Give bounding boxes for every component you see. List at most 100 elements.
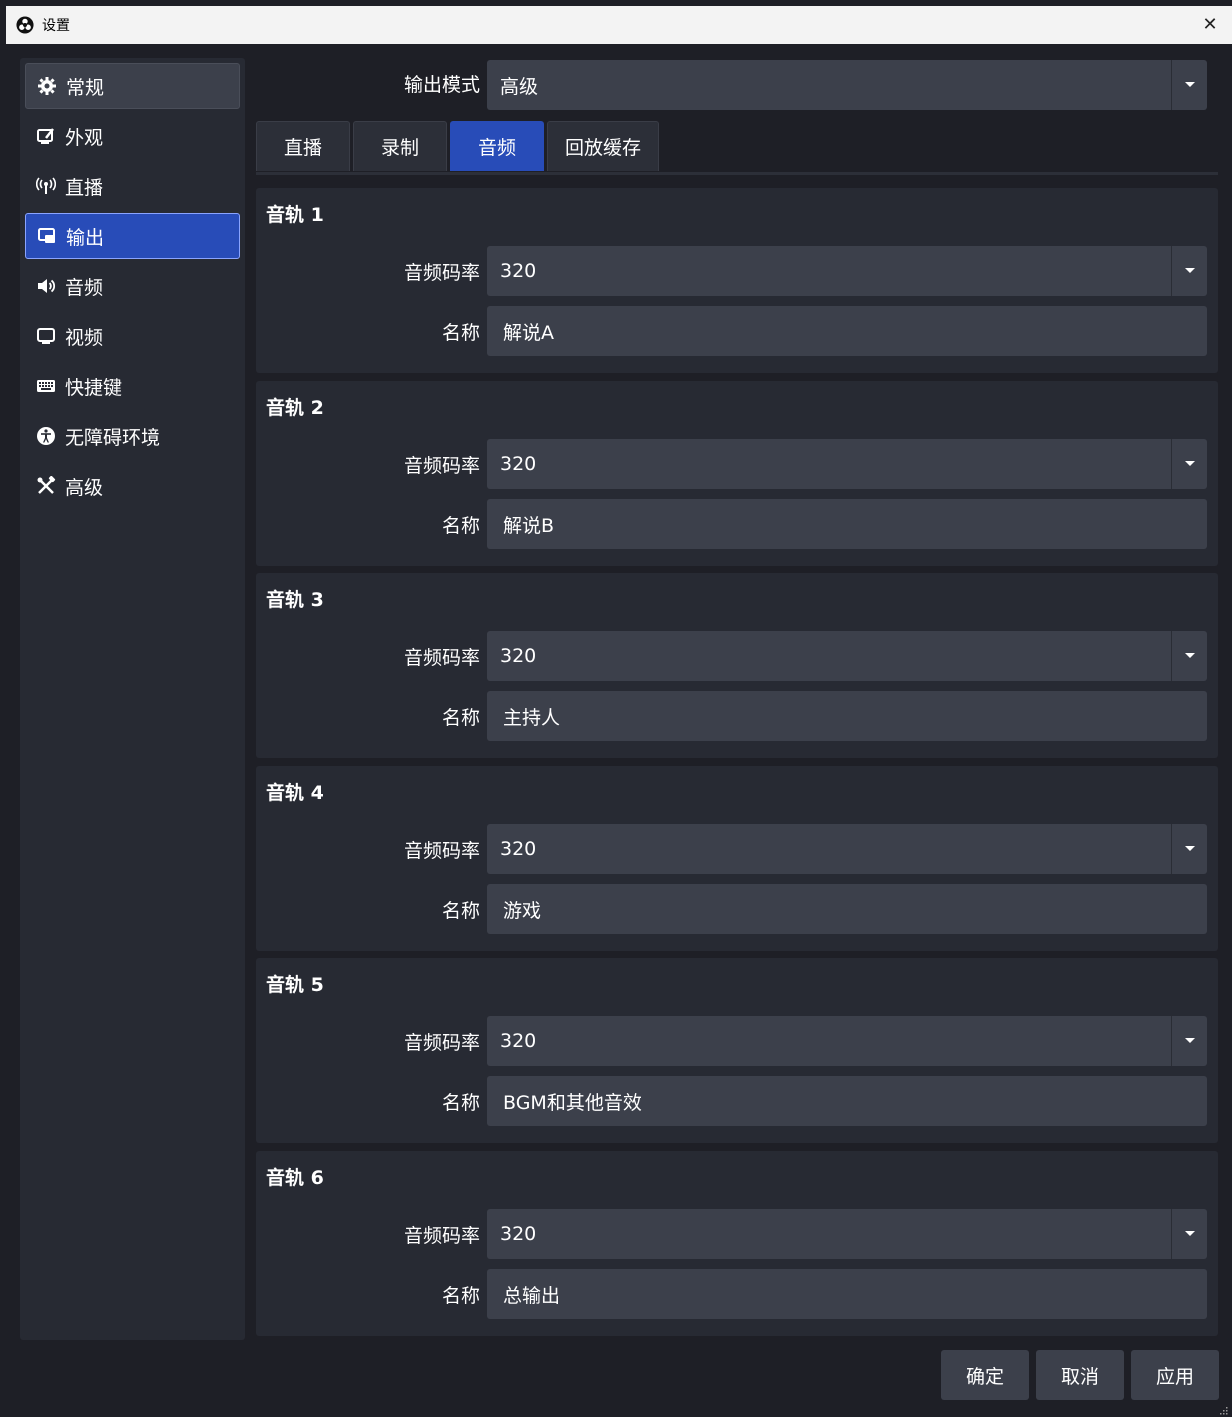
bitrate-label: 音频码率	[403, 1032, 480, 1054]
track-group-1: 音轨 1 音频码率 320 名称 解说A	[256, 188, 1218, 373]
name-label: 名称	[441, 515, 480, 537]
name-label: 名称	[441, 1092, 480, 1114]
track-title: 音轨 2	[266, 397, 324, 419]
bitrate-value: 320	[500, 1223, 537, 1245]
sidebar-item-output[interactable]: 输出	[25, 213, 240, 259]
broadcast-icon	[35, 175, 57, 197]
bitrate-value: 320	[500, 1030, 537, 1052]
name-row: 名称 解说B	[256, 499, 1218, 549]
tab-replay-buffer[interactable]: 回放缓存	[547, 121, 659, 171]
bitrate-select[interactable]: 320	[487, 631, 1207, 681]
apply-button[interactable]: 应用	[1131, 1350, 1219, 1400]
sidebar-item-appearance[interactable]: 外观	[25, 113, 240, 159]
name-row: 名称 主持人	[256, 691, 1218, 741]
bitrate-row: 音频码率 320	[256, 1209, 1218, 1259]
bitrate-select[interactable]: 320	[487, 246, 1207, 296]
sidebar-item-label: 视频	[65, 326, 104, 349]
chevron-down-icon	[1171, 60, 1207, 110]
track-name-input[interactable]: 总输出	[487, 1269, 1207, 1319]
monitor-icon	[35, 325, 57, 347]
sidebar-item-label: 直播	[65, 176, 104, 199]
track-group-6: 音轨 6 音频码率 320 名称 总输出	[256, 1151, 1218, 1336]
track-title: 音轨 5	[266, 974, 324, 996]
track-title: 音轨 3	[266, 589, 324, 611]
sidebar-item-label: 快捷键	[65, 376, 123, 399]
name-row: 名称 解说A	[256, 306, 1218, 356]
track-title: 音轨 4	[266, 782, 324, 804]
sidebar-item-stream[interactable]: 直播	[25, 163, 240, 209]
bitrate-select[interactable]: 320	[487, 439, 1207, 489]
gear-icon	[36, 75, 58, 97]
chevron-down-icon	[1171, 1016, 1207, 1066]
track-group-4: 音轨 4 音频码率 320 名称 游戏	[256, 766, 1218, 951]
track-name-input[interactable]: 解说B	[487, 499, 1207, 549]
name-label: 名称	[441, 900, 480, 922]
sidebar-item-hotkeys[interactable]: 快捷键	[25, 363, 240, 409]
accessibility-icon	[35, 425, 57, 447]
name-row: 名称 总输出	[256, 1269, 1218, 1319]
sidebar-item-label: 无障碍环境	[65, 426, 161, 449]
sidebar-item-general[interactable]: 常规	[25, 63, 240, 109]
bitrate-label: 音频码率	[403, 262, 480, 284]
bitrate-select[interactable]: 320	[487, 1209, 1207, 1259]
output-icon	[36, 225, 58, 247]
bitrate-value: 320	[500, 453, 537, 475]
bitrate-row: 音频码率 320	[256, 246, 1218, 296]
tab-recording[interactable]: 录制	[353, 121, 447, 171]
obs-logo-icon	[16, 16, 34, 34]
cancel-button[interactable]: 取消	[1036, 1350, 1124, 1400]
tab-audio[interactable]: 音频	[450, 121, 544, 171]
chevron-down-icon	[1171, 1209, 1207, 1259]
bitrate-value: 320	[500, 645, 537, 667]
sidebar-item-label: 高级	[65, 476, 104, 499]
speaker-icon	[35, 275, 57, 297]
appearance-icon	[35, 125, 57, 147]
track-group-5: 音轨 5 音频码率 320 名称 BGM和其他音效	[256, 958, 1218, 1143]
window-title: 设置	[42, 18, 70, 34]
track-name-input[interactable]: 解说A	[487, 306, 1207, 356]
track-title: 音轨 1	[266, 204, 324, 226]
sidebar-item-video[interactable]: 视频	[25, 313, 240, 359]
name-label: 名称	[441, 1285, 480, 1307]
keyboard-icon	[35, 375, 57, 397]
bitrate-row: 音频码率 320	[256, 439, 1218, 489]
chevron-down-icon	[1171, 631, 1207, 681]
tab-streaming[interactable]: 直播	[256, 121, 350, 171]
name-label: 名称	[441, 707, 480, 729]
track-group-3: 音轨 3 音频码率 320 名称 主持人	[256, 573, 1218, 758]
title-bar: 设置 ✕	[6, 6, 1232, 44]
output-mode-label: 输出模式	[403, 74, 480, 96]
bitrate-value: 320	[500, 260, 537, 282]
resize-grip-icon[interactable]	[1218, 1405, 1228, 1415]
track-group-2: 音轨 2 音频码率 320 名称 解说B	[256, 381, 1218, 566]
sidebar: 常规 外观 直播 输出 音频 视频 快捷键 无障碍环境 高级	[20, 58, 245, 1340]
track-name-input[interactable]: 主持人	[487, 691, 1207, 741]
sidebar-item-label: 输出	[66, 226, 105, 249]
sidebar-item-label: 音频	[65, 276, 104, 299]
bitrate-row: 音频码率 320	[256, 631, 1218, 681]
chevron-down-icon	[1171, 824, 1207, 874]
tools-icon	[35, 475, 57, 497]
track-title: 音轨 6	[266, 1167, 324, 1189]
bitrate-label: 音频码率	[403, 647, 480, 669]
track-name-input[interactable]: BGM和其他音效	[487, 1076, 1207, 1126]
chevron-down-icon	[1171, 439, 1207, 489]
bitrate-select[interactable]: 320	[487, 824, 1207, 874]
tab-underline	[256, 172, 1218, 175]
ok-button[interactable]: 确定	[941, 1350, 1029, 1400]
name-row: 名称 游戏	[256, 884, 1218, 934]
close-icon[interactable]: ✕	[1200, 15, 1220, 35]
bitrate-select[interactable]: 320	[487, 1016, 1207, 1066]
bitrate-label: 音频码率	[403, 840, 480, 862]
bitrate-value: 320	[500, 838, 537, 860]
sidebar-item-accessibility[interactable]: 无障碍环境	[25, 413, 240, 459]
track-name-input[interactable]: 游戏	[487, 884, 1207, 934]
output-mode-select[interactable]: 高级	[487, 60, 1207, 110]
dialog-buttons: 确定 取消 应用	[941, 1350, 1226, 1400]
bitrate-label: 音频码率	[403, 455, 480, 477]
output-mode-value: 高级	[500, 75, 539, 98]
sidebar-item-advanced[interactable]: 高级	[25, 463, 240, 509]
sidebar-item-audio[interactable]: 音频	[25, 263, 240, 309]
output-tabs: 直播 录制 音频 回放缓存	[256, 121, 662, 173]
name-label: 名称	[441, 322, 480, 344]
